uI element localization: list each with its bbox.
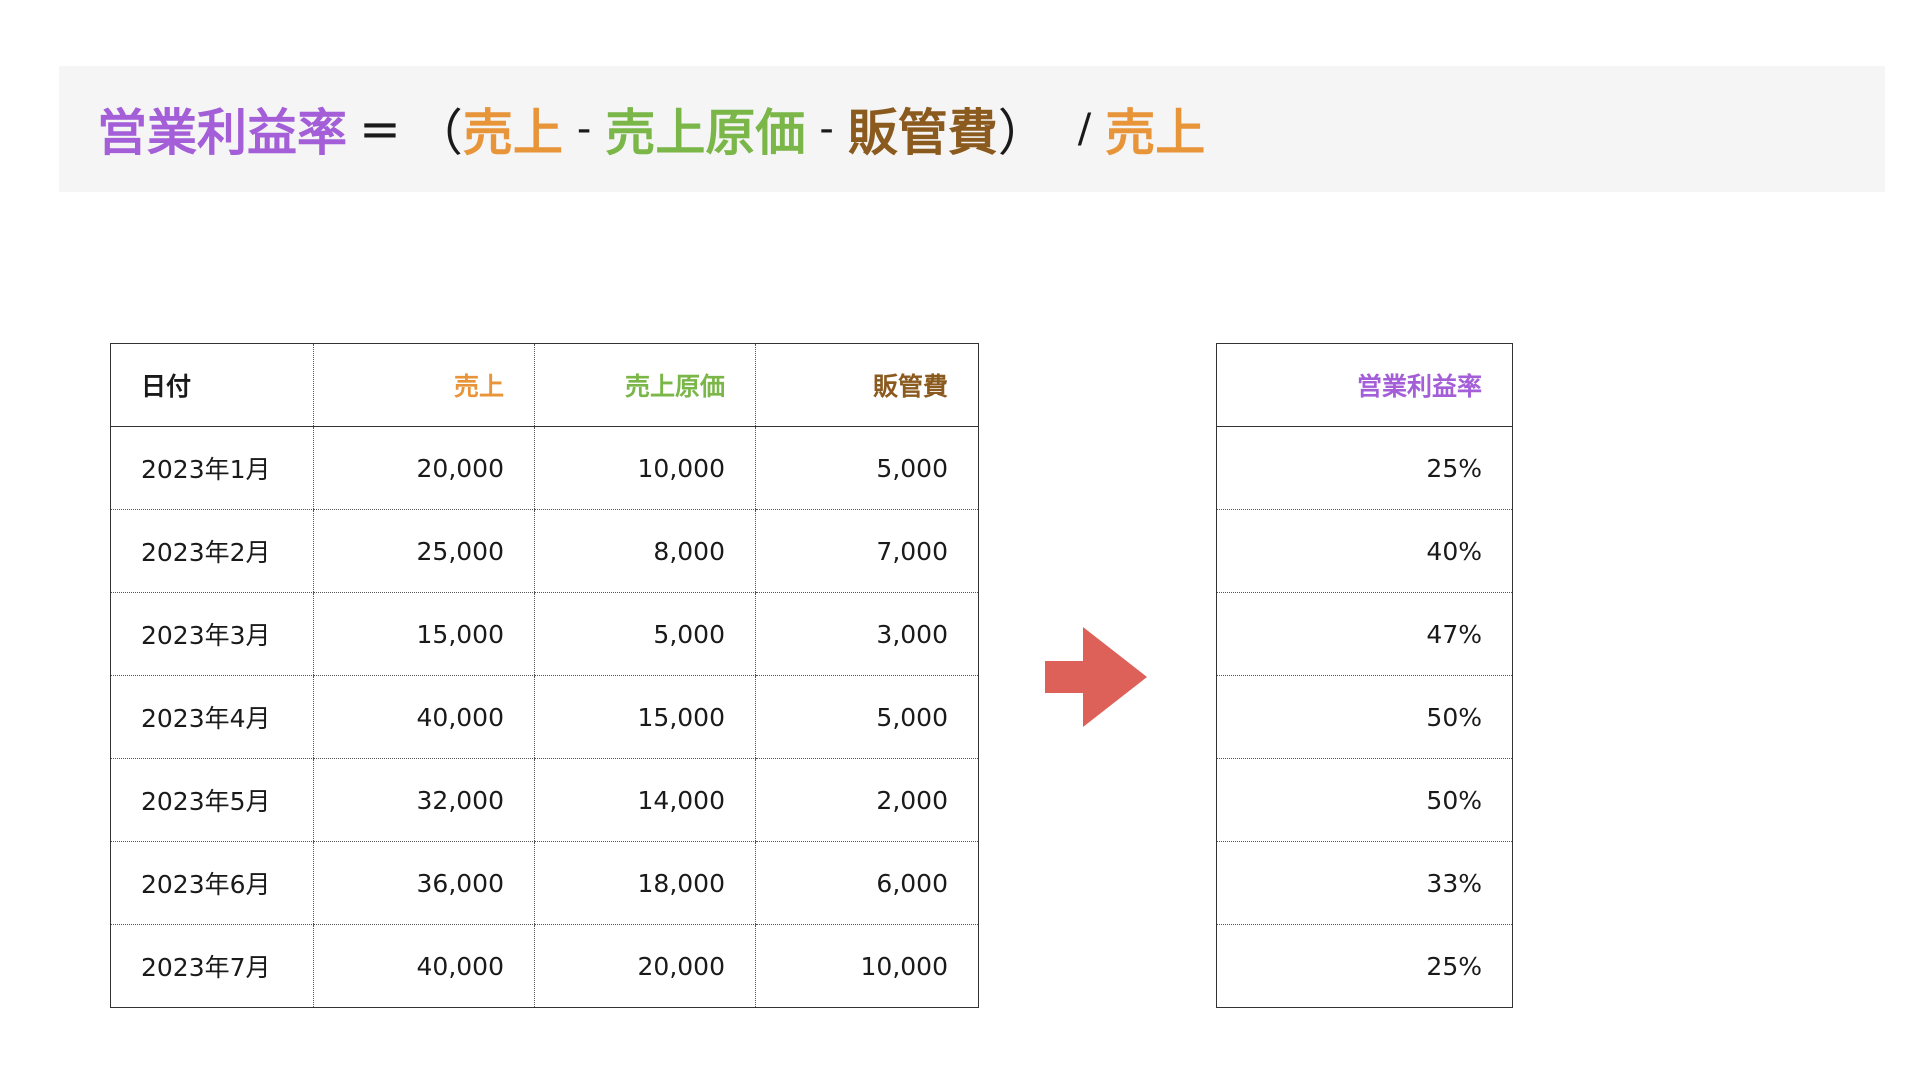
cell-date: 2023年4月 [110, 675, 314, 759]
cell-operating-margin: 47% [1216, 592, 1513, 676]
header-operating-margin: 営業利益率 [1216, 343, 1513, 427]
table-row: 2023年1月 20,000 10,000 5,000 [110, 426, 979, 510]
table-row: 25% [1216, 426, 1513, 510]
cell-operating-margin: 50% [1216, 758, 1513, 842]
cell-sga: 10,000 [755, 924, 979, 1008]
formula-term-cost: 売上原価 [605, 104, 806, 162]
cell-sales: 32,000 [313, 758, 535, 842]
formula-term-sales-divisor: 売上 [1105, 104, 1206, 162]
table-row: 2023年3月 15,000 5,000 3,000 [110, 592, 979, 676]
table-row: 2023年4月 40,000 15,000 5,000 [110, 675, 979, 759]
cell-operating-margin: 25% [1216, 426, 1513, 510]
cell-cost: 8,000 [534, 509, 756, 593]
cell-operating-margin: 40% [1216, 509, 1513, 593]
table-row: 2023年2月 25,000 8,000 7,000 [110, 509, 979, 593]
cell-operating-margin: 33% [1216, 841, 1513, 925]
cell-date: 2023年1月 [110, 426, 314, 510]
cell-sga: 6,000 [755, 841, 979, 925]
table-row: 2023年7月 40,000 20,000 10,000 [111, 924, 979, 1008]
formula-banner: 営業利益率 = （ 売上 - 売上原価 - 販管費 ） / 売上 [59, 66, 1885, 192]
cell-sga: 5,000 [755, 426, 979, 510]
cell-date: 2023年5月 [110, 758, 314, 842]
table-row: 40% [1216, 509, 1513, 593]
table-row: 25% [1217, 925, 1513, 1008]
table-row: 2023年5月 32,000 14,000 2,000 [110, 758, 979, 842]
header-cost: 売上原価 [534, 343, 756, 427]
cell-operating-margin: 50% [1216, 675, 1513, 759]
formula-term-sales: 売上 [462, 104, 563, 162]
formula-equals: = [359, 100, 401, 158]
sales-data-table: 日付 売上 売上原価 販管費 2023年1月 20,000 10,000 5,0… [110, 343, 979, 1008]
table-row: 50% [1216, 675, 1513, 759]
table-row: 33% [1216, 841, 1513, 925]
cell-cost: 5,000 [534, 592, 756, 676]
table-row: 2023年6月 36,000 18,000 6,000 [110, 841, 979, 925]
formula-minus-2: - [819, 106, 834, 152]
cell-sga: 7,000 [755, 509, 979, 593]
cell-sga: 5,000 [755, 675, 979, 759]
table-row: 50% [1216, 758, 1513, 842]
cell-sales: 40,000 [313, 675, 535, 759]
cell-sales: 25,000 [313, 509, 535, 593]
cell-cost: 15,000 [534, 675, 756, 759]
table-row: 47% [1216, 592, 1513, 676]
cell-sales: 15,000 [313, 592, 535, 676]
cell-cost: 18,000 [534, 841, 756, 925]
cell-date: 2023年6月 [110, 841, 314, 925]
table-header-row: 日付 売上 売上原価 販管費 [110, 343, 979, 427]
table-header-row: 営業利益率 [1216, 343, 1513, 427]
header-sales: 売上 [313, 343, 535, 427]
formula-divide: / [1077, 106, 1092, 152]
cell-sga: 3,000 [755, 592, 979, 676]
formula-result: 営業利益率 [97, 104, 347, 162]
cell-operating-margin: 25% [1426, 951, 1482, 981]
header-date: 日付 [110, 343, 314, 427]
cell-date: 2023年7月 [141, 953, 271, 982]
formula-term-sga: 販管費 [847, 104, 998, 162]
right-arrow-icon [1045, 627, 1147, 727]
cell-sales: 20,000 [313, 426, 535, 510]
cell-sga: 2,000 [755, 758, 979, 842]
formula-open-paren: （ [412, 104, 463, 162]
header-sga: 販管費 [755, 343, 979, 427]
cell-cost: 10,000 [534, 426, 756, 510]
cell-date: 2023年3月 [110, 592, 314, 676]
formula-close-paren: ） [997, 104, 1048, 162]
cell-sales: 36,000 [313, 841, 535, 925]
cell-cost: 20,000 [534, 924, 756, 1008]
cell-sales: 40,000 [313, 924, 535, 1008]
operating-margin-table: 営業利益率 25% 40% 47% 50% 50% 33% 25% [1216, 343, 1513, 1008]
cell-cost: 14,000 [534, 758, 756, 842]
cell-date: 2023年2月 [110, 509, 314, 593]
formula-minus-1: - [576, 106, 592, 152]
